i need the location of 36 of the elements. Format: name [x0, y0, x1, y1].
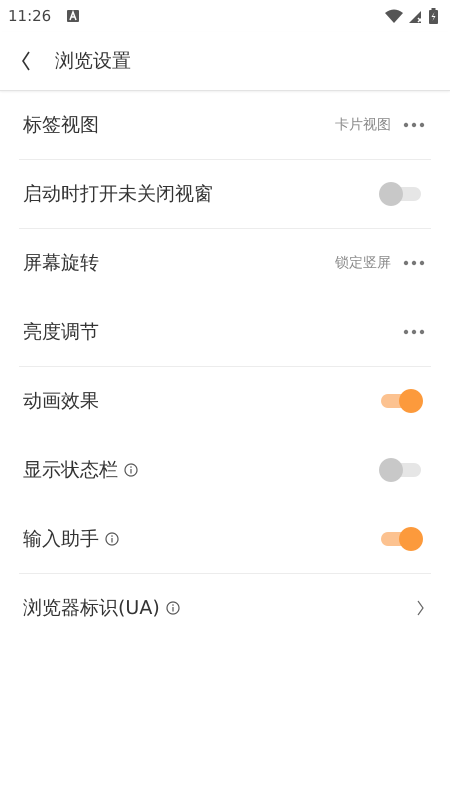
settings-row[interactable]: 亮度调节: [19, 298, 431, 367]
page-title: 浏览设置: [55, 49, 131, 74]
setting-label: 启动时打开未关闭视窗: [22, 182, 213, 207]
toggle-switch[interactable]: [379, 389, 423, 413]
info-icon[interactable]: [105, 532, 119, 546]
toggle-switch[interactable]: [379, 458, 423, 482]
setting-value: 卡片视图: [335, 116, 391, 134]
setting-label: 动画效果: [22, 389, 99, 414]
setting-value: 锁定竖屏: [335, 254, 391, 272]
setting-label: 标签视图: [22, 113, 99, 138]
setting-label: 亮度调节: [22, 320, 99, 345]
notification-icon: [67, 10, 80, 22]
toggle-switch[interactable]: [379, 527, 423, 551]
wifi-icon: [385, 9, 403, 23]
settings-row[interactable]: 标签视图 卡片视图: [19, 91, 431, 160]
more-icon[interactable]: [403, 329, 425, 335]
settings-row[interactable]: 启动时打开未关闭视窗: [19, 160, 431, 229]
toggle-switch[interactable]: [379, 182, 423, 206]
settings-row[interactable]: 输入助手: [19, 505, 431, 574]
settings-row[interactable]: 浏览器标识(UA): [19, 574, 431, 643]
more-icon[interactable]: [403, 260, 425, 266]
status-time: 11:26: [8, 7, 52, 25]
chevron-left-icon: [21, 51, 31, 71]
info-icon[interactable]: [124, 463, 138, 477]
settings-row[interactable]: 屏幕旋转 锁定竖屏: [19, 229, 431, 298]
setting-label: 显示状态栏: [22, 458, 118, 483]
setting-label: 输入助手: [22, 527, 99, 552]
setting-label: 屏幕旋转: [22, 251, 99, 276]
info-icon[interactable]: [166, 601, 180, 615]
setting-label: 浏览器标识(UA): [22, 596, 160, 621]
chevron-right-icon[interactable]: [417, 600, 425, 616]
settings-row[interactable]: 显示状态栏: [19, 436, 431, 505]
signal-icon: [409, 9, 423, 23]
settings-row[interactable]: 动画效果: [19, 367, 431, 436]
battery-icon: [429, 8, 438, 24]
more-icon[interactable]: [403, 122, 425, 128]
